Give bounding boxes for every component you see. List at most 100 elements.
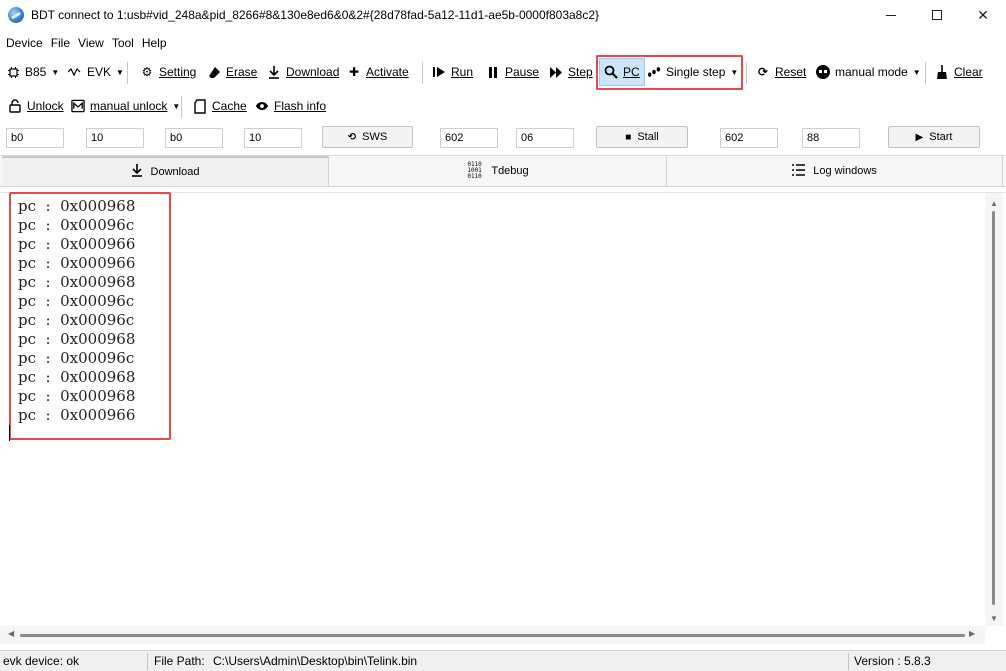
pause-button[interactable]: Pause [486,58,539,86]
manual-unlock-label: manual unlock [90,99,168,113]
clear-button[interactable]: Clear [935,58,983,86]
minimize-icon [886,14,896,16]
version-text: Version : 5.8.3 [854,654,931,668]
sws-label: SWS [362,131,388,143]
close-button[interactable]: ✕ [960,0,1006,30]
menu-bar: Device File View Tool Help [0,33,175,53]
menu-device[interactable]: Device [6,36,43,50]
addr-field-2[interactable]: b0 [165,128,223,148]
tab-log-windows[interactable]: Log windows [667,156,1003,186]
start-button[interactable]: ▶ Start [888,126,980,148]
log-highlight-box [9,192,171,440]
mail-icon [71,99,85,113]
vertical-scroll-thumb[interactable] [992,211,995,605]
menu-help[interactable]: Help [142,36,167,50]
file-path-label: File Path: [154,654,205,668]
flash-info-label: Flash info [274,99,327,113]
run-button[interactable]: Run [432,58,473,86]
download-button[interactable]: Download [267,58,339,86]
cache-button[interactable]: Cache [193,92,247,120]
sync-icon: ⟲ [347,131,357,143]
step-label: Step [568,65,593,79]
clear-label: Clear [954,65,983,79]
status-bar: evk device: ok File Path: C:\Users\Admin… [0,650,1006,671]
unlock-button[interactable]: Unlock [8,92,64,120]
reset-label: Reset [775,65,807,79]
scroll-right-icon[interactable]: ▶ [969,629,975,638]
addr-field-1[interactable]: b0 [6,128,64,148]
cache-label: Cache [212,99,247,113]
menu-tool[interactable]: Tool [112,36,134,50]
file-path-value: C:\Users\Admin\Desktop\bin\Telink.bin [213,654,418,668]
pause-label: Pause [505,65,540,79]
tab-download-label: Download [150,166,200,178]
horizontal-scrollbar[interactable]: ◀ ▶ [0,626,985,644]
maximize-button[interactable] [914,0,960,30]
run-label: Run [451,65,474,79]
activate-label: Activate [366,65,409,79]
main-toolbar: B85 ▼ EVK ▼ ⚙ Setting Erase Download ✚ A… [0,58,1006,86]
menu-file[interactable]: File [51,36,70,50]
tab-download[interactable]: Download [2,156,329,186]
stall-label: Stall [637,131,659,143]
scroll-down-icon[interactable]: ▼ [989,614,999,623]
chip-icon [6,65,20,79]
scroll-left-icon[interactable]: ◀ [8,629,14,638]
list-icon [792,163,806,179]
run-icon [432,65,446,79]
plus-icon: ✚ [348,65,360,79]
manual-unlock-select[interactable]: manual unlock ▼ [71,92,180,120]
setting-button[interactable]: ⚙ Setting [140,58,197,86]
step-button[interactable]: Step [549,58,593,86]
value-field-1[interactable]: 10 [86,128,144,148]
chip-label: B85 [25,65,47,79]
value-field-3[interactable]: 06 [516,128,574,148]
tab-tdebug[interactable]: 0110 1001 0110 Tdebug [330,156,667,186]
vertical-scrollbar[interactable]: ▲ ▼ [985,193,1003,626]
erase-button[interactable]: Erase [207,58,257,86]
download-icon [131,164,143,180]
play-icon: ▶ [915,131,924,143]
title-bar: BDT connect to 1:usb#vid_248a&pid_8266#8… [0,0,1006,30]
pc-highlight-box [596,55,743,90]
value-field-2[interactable]: 10 [244,128,302,148]
manual-mode-select[interactable]: manual mode ▼ [816,58,921,86]
activate-button[interactable]: ✚ Activate [347,58,409,86]
setting-label: Setting [159,65,197,79]
horizontal-scroll-thumb[interactable] [20,634,965,637]
erase-label: Erase [226,65,258,79]
window-title: BDT connect to 1:usb#vid_248a&pid_8266#8… [31,8,600,22]
broom-icon [935,65,949,79]
register-field-row: b0 10 b0 10 ⟲ SWS 602 06 ■ Stall 602 88 … [0,124,1006,152]
value-field-4[interactable]: 88 [802,128,860,148]
status-divider [848,653,849,670]
secondary-toolbar: Unlock manual unlock ▼ Cache Flash info [0,92,1006,120]
waveform-icon [68,65,82,79]
gear-icon: ⚙ [141,65,153,79]
flash-info-button[interactable]: Flash info [255,92,326,120]
toolbar-divider [422,62,423,84]
toolbar-divider [181,96,182,118]
step-icon [549,65,563,79]
sd-card-icon [193,98,207,114]
status-divider [147,653,148,670]
board-select[interactable]: EVK ▼ [68,58,124,86]
sws-button[interactable]: ⟲ SWS [322,126,413,148]
device-status: evk device: ok [3,654,80,668]
close-icon: ✕ [977,6,989,23]
chevron-down-icon: ▼ [116,67,124,77]
scroll-up-icon[interactable]: ▲ [989,199,999,208]
chevron-down-icon: ▼ [912,67,921,77]
manual-mode-label: manual mode [835,65,908,79]
addr-field-3[interactable]: 602 [440,128,498,148]
menu-view[interactable]: View [78,36,104,50]
eraser-icon [207,65,221,79]
addr-field-4[interactable]: 602 [720,128,778,148]
toolbar-divider [925,62,926,84]
stall-button[interactable]: ■ Stall [596,126,688,148]
chip-select[interactable]: B85 ▼ [6,58,59,86]
download-label: Download [286,65,340,79]
reset-button[interactable]: ⟳ Reset [756,58,806,86]
unlock-label: Unlock [27,99,64,113]
minimize-button[interactable] [868,0,914,30]
